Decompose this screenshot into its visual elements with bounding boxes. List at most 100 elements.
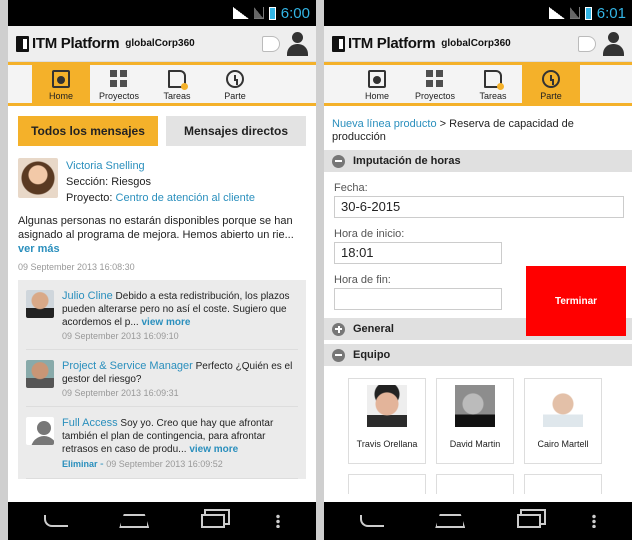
post-date: 09 September 2013 16:08:30	[18, 262, 135, 272]
project-label: Proyecto:	[66, 192, 113, 204]
avatar[interactable]	[26, 417, 54, 445]
system-nav-bar	[324, 502, 632, 540]
start-time-label: Hora de inicio:	[334, 228, 405, 240]
brand-name: ITM Platform	[32, 35, 120, 52]
company-name: globalCorp360	[125, 38, 195, 49]
author-link[interactable]: Victoria Snelling	[66, 158, 255, 174]
breadcrumb: Nueva línea producto > Reserva de capaci…	[324, 112, 632, 150]
breadcrumb-project-link[interactable]: Nueva línea producto	[332, 118, 437, 130]
expand-icon	[332, 322, 345, 336]
team-member-card[interactable]	[348, 474, 426, 494]
home-button-icon[interactable]	[435, 514, 466, 528]
delete-link[interactable]: Eliminar	[62, 459, 98, 469]
back-icon[interactable]	[359, 515, 384, 527]
company-name: globalCorp360	[441, 38, 511, 49]
member-name: David Martin	[449, 439, 501, 449]
battery-icon	[268, 6, 276, 20]
tasks-icon	[168, 70, 188, 90]
reply-date: 09 September 2013 16:09:52	[106, 459, 223, 469]
avatar	[543, 385, 583, 427]
section-label: Sección:	[66, 176, 109, 188]
nav-label: Parte	[224, 91, 246, 101]
nav-tasks[interactable]: Tareas	[464, 63, 522, 103]
recents-icon[interactable]	[200, 514, 225, 528]
tag-icon[interactable]	[262, 35, 280, 52]
status-bar: 6:00	[8, 0, 316, 26]
nav-projects[interactable]: Proyectos	[406, 63, 464, 103]
itm-logo-icon	[332, 35, 345, 52]
recents-icon[interactable]	[516, 514, 541, 528]
message-post: Victoria Snelling Sección: Riesgos Proye…	[8, 146, 316, 272]
reply-author[interactable]: Project & Service Manager	[62, 360, 193, 372]
signal-icon	[569, 7, 580, 19]
tasks-icon	[484, 70, 504, 90]
reply-date: 09 September 2013 16:09:10	[62, 331, 179, 341]
section-title: Imputación de horas	[353, 155, 461, 167]
view-more-link[interactable]: view more	[189, 444, 238, 455]
stop-timer-button[interactable]: Terminar	[526, 266, 626, 336]
tab-direct-messages[interactable]: Mensajes directos	[166, 116, 306, 146]
back-icon[interactable]	[43, 515, 68, 527]
list-item: Project & Service Manager Perfecto ¿Quié…	[26, 350, 298, 407]
nav-label: Home	[364, 91, 389, 101]
nav-label: Proyectos	[414, 91, 456, 101]
app-bar: ITM Platform globalCorp360	[8, 26, 316, 62]
overflow-menu-icon[interactable]	[276, 514, 281, 528]
nav-timesheet[interactable]: Parte	[522, 63, 580, 103]
collapse-icon	[332, 348, 345, 362]
main-nav: Home Proyectos Tareas Parte	[324, 62, 632, 106]
section-hours-header[interactable]: Imputación de horas	[324, 150, 632, 172]
view-more-link[interactable]: view more	[142, 317, 191, 328]
section-team-header[interactable]: Equipo	[324, 344, 632, 366]
see-more-link[interactable]: ver más	[18, 243, 60, 255]
projects-icon	[426, 70, 444, 88]
itm-logo-icon	[16, 35, 29, 52]
status-time: 6:00	[280, 4, 310, 22]
start-time-field[interactable]: 18:01	[334, 242, 502, 264]
nav-home[interactable]: Home	[32, 63, 90, 103]
end-time-field[interactable]	[334, 288, 502, 310]
avatar[interactable]	[18, 158, 58, 198]
wifi-icon	[232, 7, 249, 19]
system-nav-bar	[8, 502, 316, 540]
user-icon[interactable]	[602, 31, 624, 56]
team-member-card[interactable]: Travis Orellana	[348, 378, 426, 464]
project-link[interactable]: Centro de atención al cliente	[116, 192, 255, 204]
signal-icon	[253, 7, 264, 19]
team-member-card[interactable]: David Martin	[436, 378, 514, 464]
avatar[interactable]	[26, 360, 54, 388]
nav-timesheet[interactable]: Parte	[206, 63, 264, 103]
avatar[interactable]	[26, 290, 54, 318]
reply-author[interactable]: Full Access	[62, 417, 118, 429]
nav-label: Parte	[540, 91, 562, 101]
brand-name: ITM Platform	[348, 35, 436, 52]
clock-icon	[226, 70, 244, 88]
team-member-card[interactable]	[524, 474, 602, 494]
app-bar: ITM Platform globalCorp360	[324, 26, 632, 62]
wifi-icon	[548, 7, 565, 19]
nav-tasks[interactable]: Tareas	[148, 63, 206, 103]
team-member-card[interactable]: Cairo Martell	[524, 378, 602, 464]
reply-author[interactable]: Julio Cline	[62, 290, 113, 302]
tab-all-messages[interactable]: Todos los mensajes	[18, 116, 158, 146]
reply-date: 09 September 2013 16:09:31	[62, 388, 179, 398]
team-member-card[interactable]	[436, 474, 514, 494]
home-button-icon[interactable]	[119, 514, 150, 528]
tag-icon[interactable]	[578, 35, 596, 52]
status-time: 6:01	[596, 4, 626, 22]
date-field[interactable]: 30-6-2015	[334, 196, 624, 218]
nav-home[interactable]: Home	[348, 63, 406, 103]
list-item: Full Access Soy yo. Creo que hay que afr…	[26, 407, 298, 479]
status-bar: 6:01	[324, 0, 632, 26]
main-nav: Home Proyectos Tareas Parte	[8, 62, 316, 106]
breadcrumb-separator: >	[439, 118, 447, 130]
replies-list: Julio Cline Debido a esta redistribución…	[18, 280, 306, 479]
user-icon[interactable]	[286, 31, 308, 56]
date-label: Fecha:	[334, 182, 368, 194]
overflow-menu-icon[interactable]	[592, 514, 597, 528]
projects-icon	[110, 70, 128, 88]
list-item: Julio Cline Debido a esta redistribución…	[26, 280, 298, 350]
messages-content: Todos los mensajes Mensajes directos Vic…	[8, 112, 316, 502]
team-grid-next-row	[324, 464, 632, 494]
nav-projects[interactable]: Proyectos	[90, 63, 148, 103]
